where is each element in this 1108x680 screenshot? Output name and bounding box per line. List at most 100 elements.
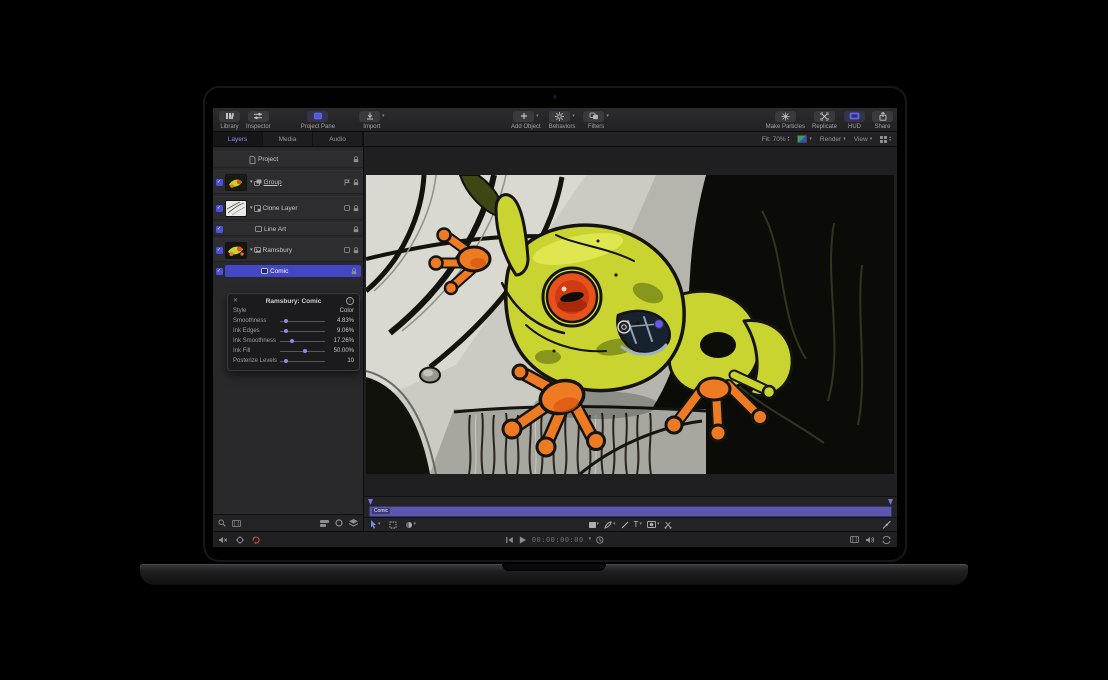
stack-view-icon[interactable] [349, 519, 358, 527]
layer-checkbox[interactable]: ✓ [216, 226, 223, 233]
project-pane-icon [307, 111, 328, 122]
disclosure-triangle-icon[interactable]: ▾ [250, 205, 253, 211]
mini-timeline[interactable]: Comic [364, 496, 897, 517]
layer-row-comic[interactable]: ✓ Comic [213, 264, 363, 278]
ring-view-icon[interactable] [335, 519, 343, 527]
loop-record-icon[interactable] [252, 536, 260, 544]
layer-row-clone-layer[interactable]: ✓ ▾ Clone Layer [213, 196, 363, 220]
project-pane-button[interactable]: Project Pane [301, 110, 335, 131]
disclosure-triangle-icon[interactable]: ▾ [250, 247, 253, 253]
cut-tool[interactable] [664, 521, 672, 529]
crosshair-icon[interactable] [236, 536, 244, 544]
speaker-icon[interactable] [866, 536, 875, 544]
share-icon [872, 111, 893, 122]
channels-control[interactable]: ▾ [797, 135, 812, 143]
rectangle-tool[interactable]: ▾ [589, 522, 600, 528]
filters-button[interactable]: ▾ Filters [583, 110, 609, 131]
search-icon[interactable] [218, 519, 226, 527]
select-tool[interactable]: ▾ [370, 520, 381, 529]
flag-icon[interactable] [344, 179, 350, 186]
lock-icon[interactable] [353, 205, 359, 212]
tab-layers[interactable]: Layers [213, 132, 263, 146]
timecode-display[interactable]: 00:00:00:00 [532, 536, 584, 544]
text-tool[interactable]: T▾ [634, 521, 642, 529]
style-popup[interactable]: Color [328, 308, 354, 314]
layers-view-icon[interactable] [320, 520, 329, 527]
render-menu[interactable]: Render▾ [820, 136, 846, 143]
library-button[interactable]: Library [219, 110, 240, 131]
info-icon[interactable]: i [346, 297, 354, 305]
behaviors-button[interactable]: ▾ Behaviors [549, 110, 576, 131]
clock-icon[interactable] [596, 536, 604, 544]
timeline-clip-bar[interactable]: Comic [369, 506, 892, 517]
control-point[interactable] [655, 320, 664, 329]
layer-row-line-art[interactable]: ✓ Line Art [213, 222, 363, 236]
zoom-level-value: Fit: 70% [762, 136, 786, 143]
lock-icon[interactable] [353, 179, 359, 186]
filmstrip-icon[interactable] [232, 520, 241, 527]
loop-icon[interactable] [882, 536, 891, 544]
previous-frame-button[interactable] [506, 536, 514, 544]
layer-checkbox[interactable]: ✓ [216, 268, 223, 275]
import-button[interactable]: ▾ Import [359, 110, 385, 131]
layer-row-group[interactable]: ✓ ▾ Group [213, 170, 363, 194]
layer-row-ramsbury[interactable]: ✓ ▾ Ramsbury [213, 238, 363, 262]
inspector-button[interactable]: Inspector [246, 110, 271, 131]
ink-edges-slider[interactable] [280, 326, 325, 336]
ink-smoothness-slider[interactable] [280, 336, 325, 346]
lock-icon[interactable] [353, 226, 359, 233]
library-label: Library [220, 123, 238, 131]
gear-handle-icon[interactable] [618, 321, 630, 333]
tab-media[interactable]: Media [263, 132, 313, 146]
layer-checkbox[interactable]: ✓ [216, 205, 223, 212]
clip-label: Comic [372, 508, 390, 514]
bezier-tool[interactable]: ▾ [604, 521, 616, 529]
filters-icon [583, 111, 604, 122]
add-object-button[interactable]: ▾ Add Object [511, 110, 541, 131]
share-button[interactable]: Share [872, 110, 893, 131]
lock-icon[interactable] [353, 156, 359, 163]
smoothness-slider[interactable] [280, 316, 325, 326]
chevron-down-icon[interactable]: ▾ [589, 537, 592, 542]
canvas-viewport[interactable] [364, 147, 897, 496]
filter-icon [261, 268, 268, 274]
replicate-button[interactable]: Replicate [812, 110, 837, 131]
lock-icon[interactable] [351, 268, 357, 275]
mask-tool[interactable]: ▾ [647, 521, 660, 528]
close-icon[interactable]: ✕ [233, 297, 238, 304]
hud-row-label: Posterize Levels [233, 358, 277, 364]
lock-icon[interactable] [353, 247, 359, 254]
make-particles-label: Make Particles [766, 123, 805, 131]
transform-tool[interactable] [389, 521, 397, 529]
playhead-marker-right[interactable] [888, 499, 893, 505]
posterize-levels-slider[interactable] [280, 356, 325, 366]
ink-fill-slider[interactable] [280, 346, 325, 356]
hud-row-label: Smoothness [233, 318, 277, 324]
layout-control[interactable]: ▴▾ [880, 136, 891, 143]
play-button[interactable] [519, 536, 527, 544]
hud-button[interactable]: HUD [844, 110, 865, 131]
motion-app-window: Library Inspector Project Pane ▾ Import … [213, 108, 897, 545]
filmstrip-icon[interactable] [850, 536, 859, 543]
mute-icon[interactable] [219, 536, 228, 544]
badge-icon[interactable] [344, 247, 350, 253]
hud-label: HUD [848, 123, 861, 131]
playhead-marker-left[interactable] [368, 499, 373, 505]
line-tool[interactable] [621, 521, 629, 529]
image-icon [254, 247, 261, 253]
badge-icon[interactable] [344, 205, 350, 211]
hud-icon [844, 111, 865, 122]
disclosure-triangle-icon[interactable]: ▾ [250, 179, 253, 185]
view-menu[interactable]: View▾ [854, 136, 873, 143]
make-particles-button[interactable]: Make Particles [766, 110, 805, 131]
keyframe-curve-icon[interactable] [883, 521, 891, 529]
layer-checkbox[interactable]: ✓ [216, 247, 223, 254]
zoom-level-control[interactable]: Fit: 70%▴▾ [762, 136, 790, 143]
hud-row-value: 50.00% [328, 348, 354, 354]
layer-row-project[interactable]: Project [213, 151, 363, 168]
tab-audio[interactable]: Audio [313, 132, 363, 146]
hud-row-label: Ink Smoothness [233, 338, 277, 344]
layer-checkbox[interactable]: ✓ [216, 179, 223, 186]
view-label: View [854, 136, 868, 143]
fill-tool[interactable]: ▾ [405, 521, 417, 529]
